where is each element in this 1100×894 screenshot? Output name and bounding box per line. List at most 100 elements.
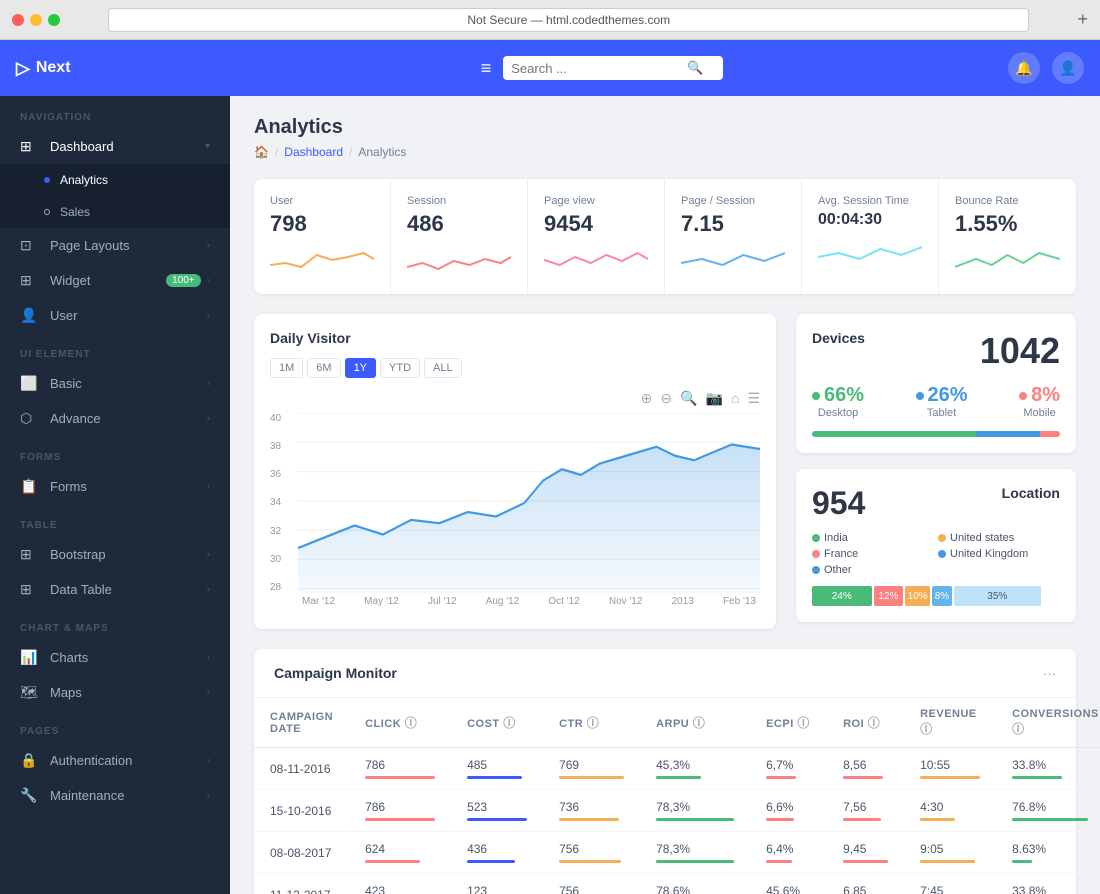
table-cell: 123 <box>451 874 543 894</box>
maximize-button[interactable] <box>48 14 60 26</box>
sidebar-item-sales[interactable]: Sales <box>0 196 230 228</box>
sparkline-pageview <box>544 245 648 275</box>
sidebar-item-basic[interactable]: ⬜ Basic › <box>0 366 230 401</box>
table-cell: 8.63% <box>996 832 1100 874</box>
auth-label: Authentication <box>50 753 207 768</box>
chevron-right-icon: › <box>207 378 210 389</box>
other-dot <box>812 566 820 574</box>
analytics-label: Analytics <box>60 173 210 187</box>
nav-section-label: NAVIGATION <box>0 96 230 129</box>
campaign-card: Campaign Monitor ··· CAMPAIGN DATE CLICK… <box>254 649 1076 894</box>
tablet-label: Tablet <box>916 407 968 419</box>
uk-dot <box>938 550 946 558</box>
notification-button[interactable]: 🔔 <box>1008 52 1040 84</box>
chevron-right-icon: › <box>207 755 210 766</box>
sidebar-item-page-layouts[interactable]: ⊡ Page Layouts › <box>0 228 230 263</box>
user-avatar-button[interactable]: 👤 <box>1052 52 1084 84</box>
url-bar[interactable]: Not Secure — html.codedthemes.com <box>108 8 1029 32</box>
page-header: Analytics 🏠 / Dashboard / Analytics <box>254 116 1076 159</box>
filter-all[interactable]: ALL <box>424 358 462 378</box>
logo: ▷ Next <box>16 58 196 79</box>
table-cell: 11-12-2017 <box>254 874 349 894</box>
sidebar-item-analytics[interactable]: Analytics <box>0 164 230 196</box>
magnify-icon[interactable]: 🔍 <box>680 390 697 407</box>
search-input[interactable] <box>511 61 681 76</box>
sidebar-item-maintenance[interactable]: 🔧 Maintenance › <box>0 778 230 813</box>
mobile-bar-seg <box>1040 431 1060 437</box>
table-row: 15-10-201678652373678,3%6,6%7,564:3076.8… <box>254 790 1100 832</box>
devices-total: 1042 <box>980 330 1060 372</box>
sidebar-item-bootstrap[interactable]: ⊞ Bootstrap › <box>0 537 230 572</box>
stat-card-page-session: Page / Session 7.15 <box>665 179 802 294</box>
legend-us: United states <box>938 532 1060 544</box>
location-title: Location <box>1002 485 1060 501</box>
minimize-button[interactable] <box>30 14 42 26</box>
desktop-dot <box>812 392 820 400</box>
y-axis: 40 38 36 34 32 30 28 <box>270 413 298 613</box>
daily-visitor-card: Daily Visitor 1M 6M 1Y YTD ALL ⊕ ⊖ 🔍 📷 ⌂ <box>254 314 776 629</box>
forms-label: Forms <box>50 479 207 494</box>
sidebar-item-user[interactable]: 👤 User › <box>0 298 230 333</box>
table-cell: 756 <box>543 832 640 874</box>
widget-badge: 100+ <box>166 274 201 287</box>
home-reset-icon[interactable]: ⌂ <box>731 390 739 407</box>
chevron-right-icon: › <box>207 413 210 424</box>
sidebar-item-widget[interactable]: ⊞ Widget 100+ › <box>0 263 230 298</box>
sparkline-session-time <box>818 237 922 267</box>
tablet-pct: 26% <box>928 384 968 407</box>
filter-6m[interactable]: 6M <box>307 358 340 378</box>
close-button[interactable] <box>12 14 24 26</box>
legend-india: India <box>812 532 934 544</box>
sidebar-item-forms[interactable]: 📋 Forms › <box>0 469 230 504</box>
india-bar: 24% <box>812 586 872 606</box>
sidebar-item-charts[interactable]: 📊 Charts › <box>0 640 230 675</box>
sidebar: NAVIGATION ⊞ Dashboard ▾ Analytics Sales… <box>0 96 230 894</box>
campaign-menu-button[interactable]: ··· <box>1043 666 1056 681</box>
location-legend: India United states France <box>812 532 1060 576</box>
sidebar-item-authentication[interactable]: 🔒 Authentication › <box>0 743 230 778</box>
table-cell: 76.8% <box>996 790 1100 832</box>
sidebar-item-dashboard[interactable]: ⊞ Dashboard ▾ <box>0 129 230 164</box>
chart-svg-container: Mar '12 May '12 Jul '12 Aug '12 Oct '12 … <box>298 413 760 613</box>
menu-icon[interactable]: ☰ <box>747 390 760 407</box>
camera-icon[interactable]: 📷 <box>706 390 723 407</box>
zoom-out-icon[interactable]: ⊖ <box>660 390 672 407</box>
col-roi: ROI ⓘ <box>827 698 904 748</box>
stat-label-page-session: Page / Session <box>681 195 785 207</box>
uk-label: United Kingdom <box>950 548 1028 560</box>
devices-title: Devices <box>812 330 865 346</box>
data-table-label: Data Table <box>50 582 207 597</box>
desktop-pct: 66% <box>824 384 864 407</box>
other-bar: 35% <box>954 586 1041 606</box>
filter-ytd[interactable]: YTD <box>380 358 420 378</box>
forms-section-label: FORMS <box>0 436 230 469</box>
hamburger-icon[interactable]: ≡ <box>481 58 492 79</box>
filter-1y[interactable]: 1Y <box>345 358 376 378</box>
new-tab-button[interactable]: + <box>1077 9 1088 30</box>
device-desktop: 66% Desktop <box>812 384 864 419</box>
desktop-bar-seg <box>812 431 976 437</box>
time-filters: 1M 6M 1Y YTD ALL <box>270 358 760 378</box>
stat-value-bounce: 1.55% <box>955 211 1060 237</box>
sidebar-item-maps[interactable]: 🗺 Maps › <box>0 675 230 710</box>
us-label: United states <box>950 532 1014 544</box>
advance-label: Advance <box>50 411 207 426</box>
devices-card: Devices 1042 66% Desktop <box>796 314 1076 453</box>
table-cell: 8,56 <box>827 748 904 790</box>
header-right: 🔔 👤 <box>1008 52 1084 84</box>
chevron-right-icon: › <box>207 687 210 698</box>
line-chart-svg <box>298 413 760 593</box>
campaign-header: Campaign Monitor ··· <box>254 649 1076 698</box>
dashboard-icon: ⊞ <box>20 138 40 155</box>
user-icon: 👤 <box>20 307 40 324</box>
filter-1m[interactable]: 1M <box>270 358 303 378</box>
france-dot <box>812 550 820 558</box>
breadcrumb-dashboard[interactable]: Dashboard <box>284 145 343 159</box>
advance-icon: ⬡ <box>20 410 40 427</box>
zoom-in-icon[interactable]: ⊕ <box>641 390 653 407</box>
sidebar-item-data-table[interactable]: ⊞ Data Table › <box>0 572 230 607</box>
page-title: Analytics <box>254 116 1076 139</box>
widget-icon: ⊞ <box>20 272 40 289</box>
table-cell: 45,6% <box>750 874 827 894</box>
sidebar-item-advance[interactable]: ⬡ Advance › <box>0 401 230 436</box>
